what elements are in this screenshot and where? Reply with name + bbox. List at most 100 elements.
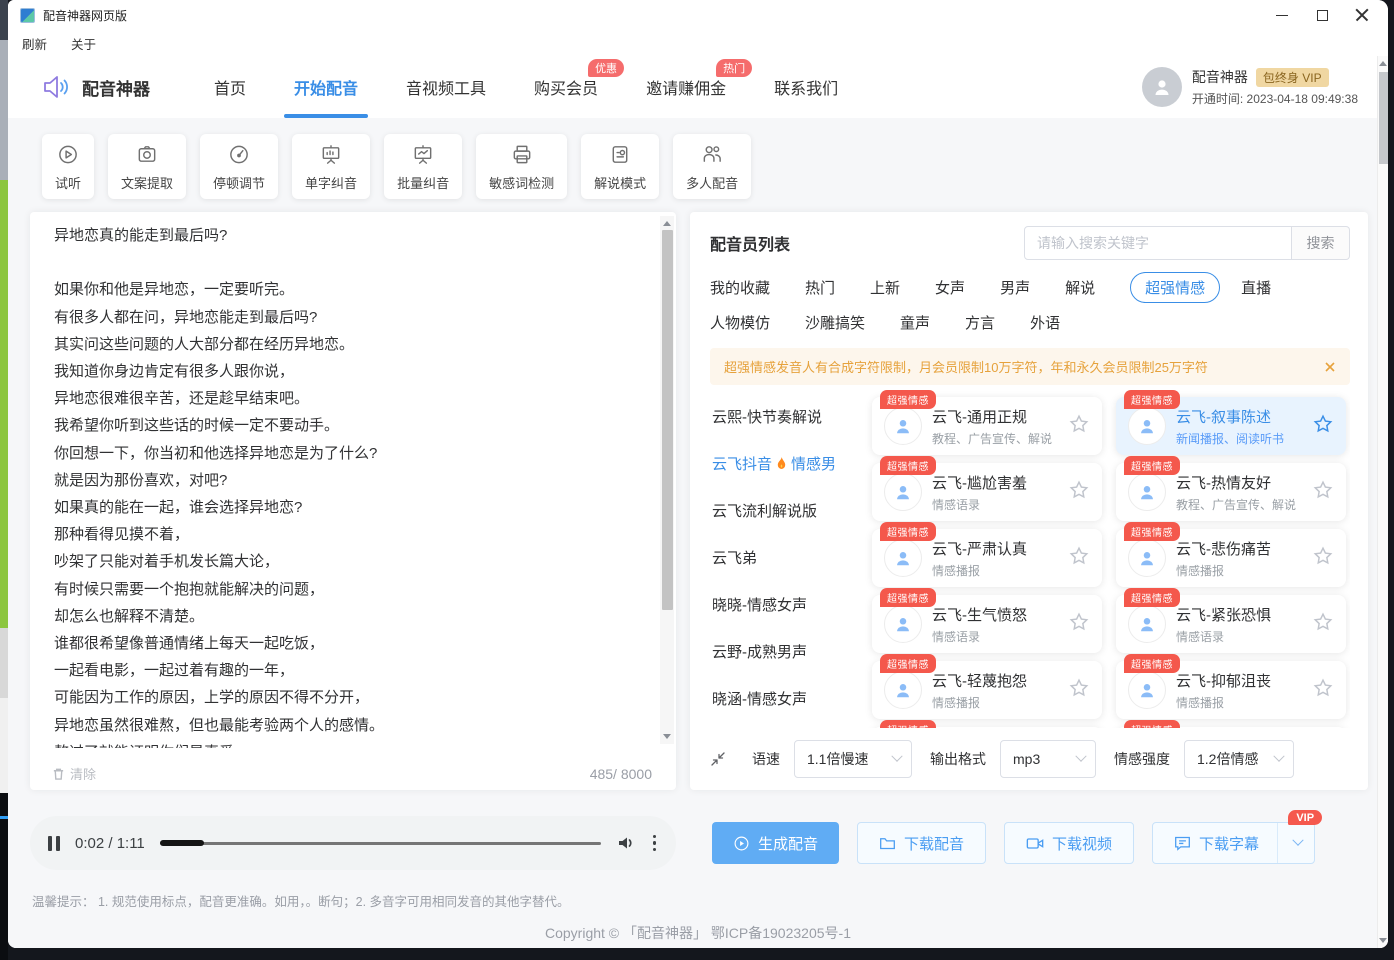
- voice-name-item[interactable]: 云飞抖音 情感男: [712, 448, 858, 479]
- batch-fix-button[interactable]: 批量纠音: [384, 134, 462, 199]
- voice-card[interactable]: 超强情感 云飞-通用正规 教程、广告宣传、解说: [872, 397, 1102, 455]
- favorite-star-button[interactable]: [1068, 413, 1090, 440]
- scrollbar-thumb[interactable]: [662, 230, 673, 610]
- menu-item[interactable]: 刷新: [22, 34, 47, 53]
- voice-name-item[interactable]: 云飞弟: [712, 542, 858, 573]
- category-tab[interactable]: 童声: [900, 312, 930, 333]
- volume-button[interactable]: [616, 833, 636, 853]
- category-tab[interactable]: 沙雕搞笑: [805, 312, 865, 333]
- category-tab[interactable]: 女声: [935, 277, 965, 298]
- editor-scrollbar[interactable]: [660, 216, 674, 744]
- title-bar: 配音神器网页版: [8, 0, 1388, 30]
- voice-card[interactable]: 超强情感 云飞-生气愤怒 情感语录: [872, 595, 1102, 653]
- search-input[interactable]: [1024, 226, 1292, 260]
- nav-item[interactable]: 购买会员 优惠: [534, 75, 598, 99]
- favorite-star-button[interactable]: [1312, 611, 1334, 638]
- category-tab[interactable]: 我的收藏: [710, 277, 770, 298]
- scroll-up-icon[interactable]: [1379, 61, 1387, 66]
- voice-name-item[interactable]: 云熙-快节奏解说: [712, 401, 858, 432]
- nav-item[interactable]: 联系我们: [774, 75, 838, 99]
- voice-name-item[interactable]: 晓涵-情感女声: [712, 683, 858, 714]
- voice-card[interactable]: 超强情感 云飞-轻蔑抱怨 情感播报: [872, 661, 1102, 719]
- maximize-button[interactable]: [1302, 1, 1342, 29]
- format-select[interactable]: mp3: [1000, 740, 1096, 778]
- category-tab[interactable]: 上新: [870, 277, 900, 298]
- voice-card[interactable]: 超强情感 云飞-悲伤痛苦 情感播报: [1116, 529, 1346, 587]
- multi-voice-button[interactable]: 多人配音: [673, 134, 751, 199]
- avatar[interactable]: [1142, 67, 1182, 107]
- download-audio-button[interactable]: 下载配音: [857, 822, 986, 864]
- page-scrollbar[interactable]: [1377, 56, 1388, 948]
- category-tab[interactable]: 方言: [965, 312, 995, 333]
- search-button[interactable]: 搜索: [1292, 226, 1350, 260]
- favorite-star-button[interactable]: [1068, 611, 1090, 638]
- favorite-star-button[interactable]: [1068, 545, 1090, 572]
- voice-card[interactable]: 超强情感 云飞-尴尬害羞 情感语录: [872, 463, 1102, 521]
- script-editor[interactable]: 异地恋真的能走到最后吗? 如果你和他是异地恋，一定要听完。 有很多人都在问，异地…: [30, 212, 676, 790]
- favorite-star-button[interactable]: [1312, 413, 1334, 440]
- scroll-down-icon[interactable]: [663, 734, 671, 739]
- category-tab[interactable]: 热门: [805, 277, 835, 298]
- nav-item[interactable]: 首页: [214, 75, 246, 99]
- category-tab[interactable]: 超强情感: [1130, 272, 1220, 303]
- download-subtitle-button[interactable]: VIP 下载字幕: [1152, 822, 1315, 864]
- category-tab[interactable]: 男声: [1000, 277, 1030, 298]
- category-tab[interactable]: 外语: [1030, 312, 1060, 333]
- category-tab[interactable]: 直播: [1241, 277, 1271, 298]
- narration-mode-button[interactable]: 解说模式: [581, 134, 659, 199]
- download-video-button[interactable]: 下载视频: [1004, 822, 1134, 864]
- voice-card[interactable]: 超强情感: [1116, 727, 1346, 728]
- voice-card-desc: 情感语录: [932, 628, 1027, 645]
- voice-card[interactable]: 超强情感 云飞-紧张恐惧 情感语录: [1116, 595, 1346, 653]
- voice-card-name: 云飞-紧张恐惧: [1176, 604, 1271, 625]
- script-text[interactable]: 异地恋真的能走到最后吗? 如果你和他是异地恋，一定要听完。 有很多人都在问，异地…: [54, 222, 646, 748]
- pause-button[interactable]: [48, 836, 60, 851]
- menu-item[interactable]: 关于: [71, 34, 96, 53]
- voice-card[interactable]: 超强情感 云飞-热情友好 教程、广告宣传、解说: [1116, 463, 1346, 521]
- speed-select[interactable]: 1.1倍慢速: [794, 740, 912, 778]
- nav-item[interactable]: 音视频工具: [406, 75, 486, 99]
- logo[interactable]: 配音神器: [42, 74, 150, 100]
- scroll-down-icon[interactable]: [1379, 938, 1387, 943]
- voice-name-item[interactable]: 云飞流利解说版: [712, 495, 858, 526]
- voice-name-item[interactable]: 云野-成熟男声: [712, 636, 858, 667]
- scroll-up-icon[interactable]: [663, 221, 671, 226]
- seek-bar[interactable]: [160, 840, 601, 846]
- favorite-star-button[interactable]: [1312, 677, 1334, 704]
- voice-avatar: [1128, 671, 1166, 709]
- favorite-star-button[interactable]: [1068, 677, 1090, 704]
- nav-item[interactable]: 开始配音: [294, 75, 358, 99]
- user-area[interactable]: 配音神器 包终身 VIP 开通时间: 2023-04-18 09:49:38: [1142, 67, 1358, 107]
- minimize-button[interactable]: [1262, 1, 1302, 29]
- preview-button[interactable]: 试听: [42, 134, 94, 199]
- voice-card[interactable]: 超强情感: [872, 727, 1102, 728]
- category-tab[interactable]: 解说: [1065, 277, 1095, 298]
- pause-adjust-button[interactable]: 停顿调节: [200, 134, 278, 199]
- user-icon: [1137, 548, 1157, 568]
- emotion-select[interactable]: 1.2倍情感: [1184, 740, 1294, 778]
- clear-text-button[interactable]: 清除: [52, 764, 96, 783]
- single-char-fix-button[interactable]: 单字纠音: [292, 134, 370, 199]
- sensitive-word-check-button[interactable]: 敏感词检测: [476, 134, 567, 199]
- generate-voice-button[interactable]: 生成配音: [712, 822, 839, 864]
- scrollbar-thumb[interactable]: [1379, 72, 1388, 164]
- voice-name-item[interactable]: 晓晓-情感女声: [712, 589, 858, 620]
- printer-icon: [510, 143, 534, 166]
- player-menu-button[interactable]: [651, 833, 659, 854]
- voice-card[interactable]: 超强情感 云飞-严肃认真 情感播报: [872, 529, 1102, 587]
- voice-card[interactable]: 超强情感 云飞-抑郁沮丧 情感播报: [1116, 661, 1346, 719]
- close-button[interactable]: [1342, 1, 1382, 29]
- audio-player[interactable]: 0:02 / 1:11: [30, 816, 676, 870]
- favorite-star-button[interactable]: [1312, 545, 1334, 572]
- collapse-panel-icon[interactable]: [710, 751, 726, 767]
- vip-membership-badge: 包终身 VIP: [1256, 68, 1329, 87]
- chevron-down-icon[interactable]: [1292, 835, 1303, 846]
- voice-card[interactable]: 超强情感 云飞-叙事陈述 新闻播报、阅读听书: [1116, 397, 1346, 455]
- category-tab[interactable]: 人物模仿: [710, 312, 770, 333]
- nav-item[interactable]: 邀请赚佣金 热门: [646, 75, 726, 99]
- voice-card-name: 云飞-热情友好: [1176, 472, 1296, 493]
- favorite-star-button[interactable]: [1312, 479, 1334, 506]
- favorite-star-button[interactable]: [1068, 479, 1090, 506]
- notice-close-button[interactable]: [1324, 361, 1336, 373]
- text-extract-button[interactable]: 文案提取: [108, 134, 186, 199]
